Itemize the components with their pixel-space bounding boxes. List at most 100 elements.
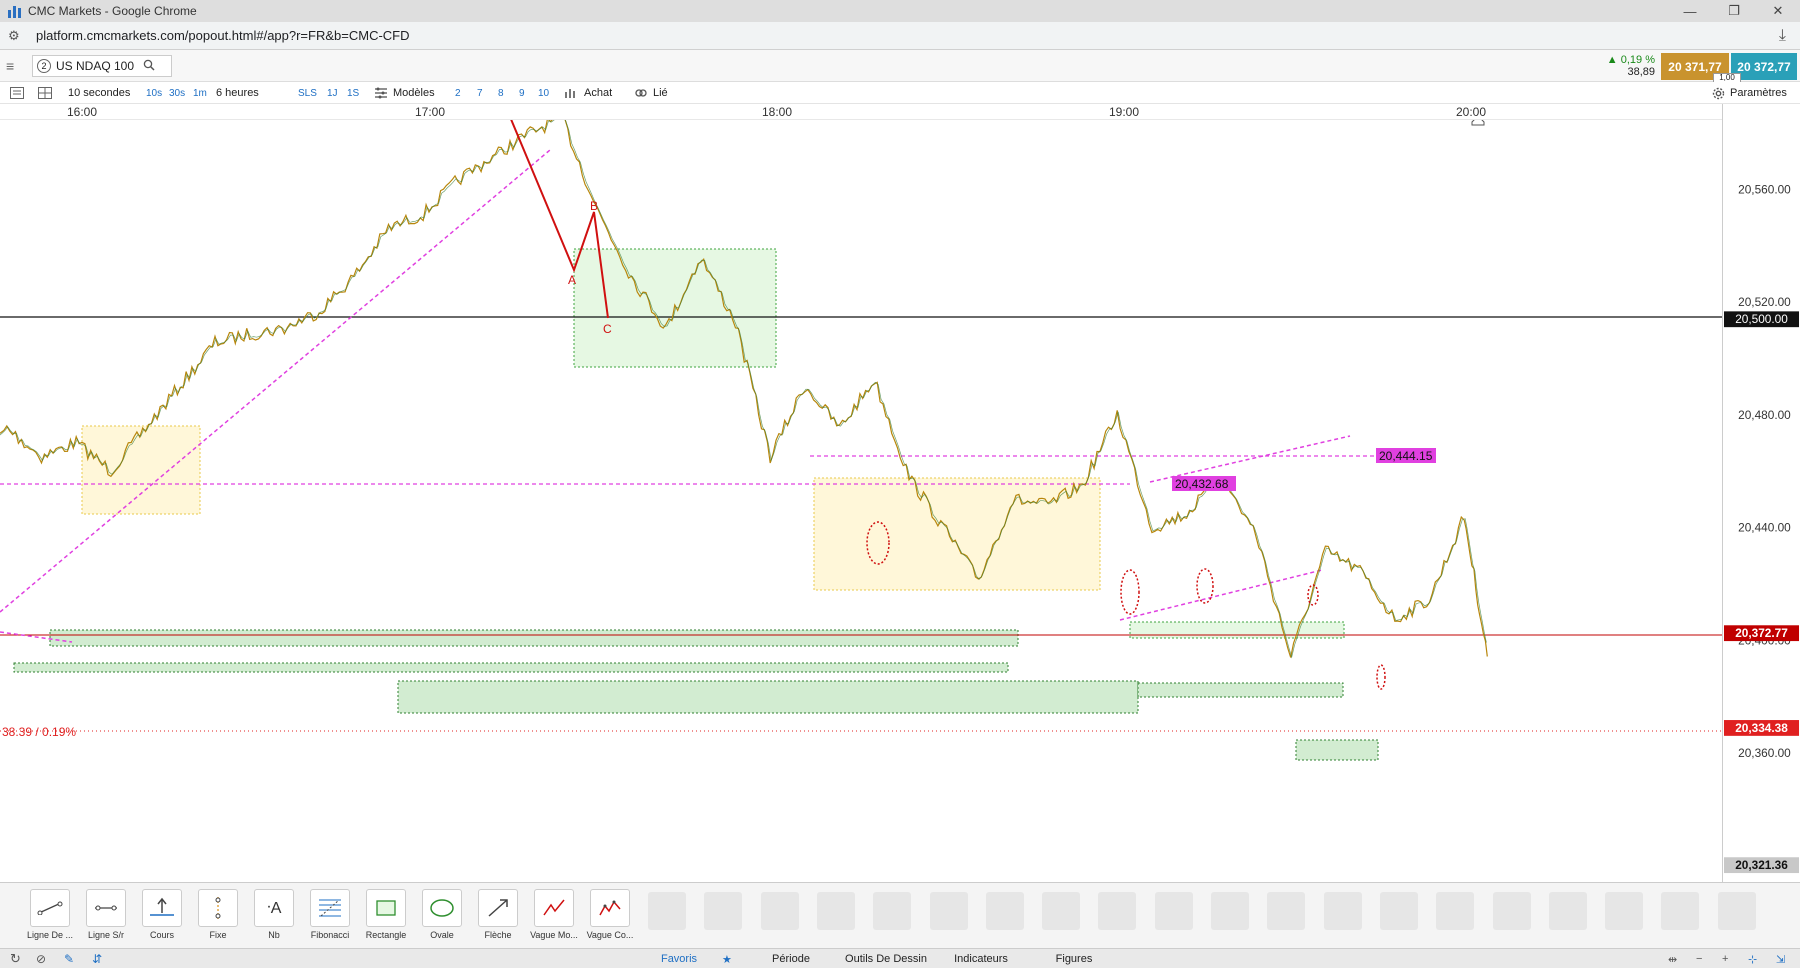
y-tick-label: 20,440.00 [1738,521,1791,535]
tool-arrow[interactable]: Flèche [470,889,526,940]
empty-tool-slot[interactable] [1717,892,1756,930]
demand-zone[interactable] [1129,621,1345,639]
menu-icon[interactable]: ≡ [6,58,24,74]
empty-tool-slot[interactable] [1323,892,1362,930]
expand-icon[interactable]: ⇲ [1776,951,1785,967]
settings-icon[interactable] [1712,85,1725,101]
download-icon[interactable]: ⤓ [1779,27,1786,45]
zoom-in-icon[interactable]: + [1722,951,1728,967]
tool-rectangle[interactable]: Rectangle [358,889,414,940]
link-button[interactable]: Lié [653,85,668,101]
empty-tool-slot[interactable] [929,892,968,930]
cancel-icon[interactable]: ⊘ [36,951,46,967]
empty-tool-slot[interactable] [1098,892,1137,930]
restore-button[interactable]: ❐ [1712,0,1756,22]
range-1j[interactable]: 1J [327,85,338,101]
tool-label: Ovale [430,930,454,940]
buy-mode-icon[interactable] [564,85,578,101]
link-icon[interactable] [634,85,648,101]
tool-label: Rectangle [365,930,407,940]
count-8[interactable]: 8 [498,85,504,101]
tool-text[interactable]: ᐧA Nb [246,889,302,940]
tool-fibonacci[interactable]: Fibonacci [302,889,358,940]
pencil-icon[interactable]: ✎ [64,951,74,967]
tab-outils-de-dessin[interactable]: Outils De Dessin [838,951,934,967]
tab-favoris[interactable]: Favoris [650,951,708,967]
demand-zone[interactable] [573,248,777,368]
chart-type-icon[interactable] [10,85,24,101]
url-field[interactable]: platform.cmcmarkets.com/popout.html#/app… [36,28,410,43]
minimize-button[interactable]: — [1668,0,1712,22]
cursor-icon[interactable]: ⇵ [92,951,102,967]
tool-ellipse[interactable]: Ovale [414,889,470,940]
empty-tool-slot[interactable] [1661,892,1700,930]
empty-tool-slot[interactable] [816,892,855,930]
tab-indicateurs[interactable]: Indicateurs [936,951,1026,967]
count-9[interactable]: 9 [519,85,525,101]
empty-tool-slot[interactable] [1548,892,1587,930]
empty-tool-slot[interactable] [1379,892,1418,930]
tool-vertical-line[interactable]: Fixe [190,889,246,940]
tool-price-line[interactable]: Cours [134,889,190,940]
change-points: 38,89 [1627,66,1655,78]
price-chart[interactable]: A B C 20,444.15 20,432.68 38.39 / 0.19% [0,120,1722,882]
empty-tool-slot[interactable] [1492,892,1531,930]
demand-zone[interactable] [1137,682,1344,698]
empty-tool-slot[interactable] [1267,892,1306,930]
count-7[interactable]: 7 [477,85,483,101]
instrument-bar: ≡ 2 US NDAQ 100 ▲ 0,19 % 38,89 20 371,77… [0,50,1800,83]
ellipse-icon [422,889,462,927]
demand-zone[interactable] [1295,739,1379,761]
tool-trend-line[interactable]: Ligne De ... [22,889,78,940]
bottom-bar: ↻ ⊘ ✎ ⇵ Favoris ★ Période Outils De Dess… [0,948,1800,968]
close-button[interactable]: ✕ [1756,0,1800,22]
tool-wave[interactable]: Vague Mo... [526,889,582,940]
empty-tool-slot[interactable] [760,892,799,930]
interval-10s[interactable]: 10s [146,85,162,101]
empty-tool-slot[interactable] [1154,892,1193,930]
change-percent: ▲ 0,19 % [1606,54,1655,66]
search-icon[interactable] [143,59,155,74]
tool-label: Cours [149,930,174,940]
empty-tool-slot[interactable] [1605,892,1644,930]
instrument-selector[interactable]: 2 US NDAQ 100 [32,55,172,77]
crosshair-icon[interactable]: ⊹ [1748,951,1757,967]
layout-grid-icon[interactable] [38,85,52,101]
empty-tool-slot[interactable] [648,892,686,930]
instrument-name: US NDAQ 100 [56,59,135,73]
settings-button[interactable]: Paramètres [1730,85,1787,101]
consolidation-zone[interactable] [81,425,201,515]
range-1s[interactable]: 1S [347,85,359,101]
refresh-icon[interactable]: ↻ [10,951,21,967]
star-icon[interactable]: ★ [722,951,732,967]
interval-select[interactable]: 10 secondes [68,85,130,101]
count-2[interactable]: 2 [455,85,461,101]
demand-zone[interactable] [397,680,1139,714]
range-select[interactable]: 6 heures [216,85,259,101]
consolidation-zone[interactable] [813,477,1101,591]
buy-mode-button[interactable]: Achat [584,85,612,101]
time-marker-icon[interactable] [1471,120,1485,126]
demand-zone[interactable] [13,662,1009,673]
models-icon[interactable] [374,85,388,101]
tab-figures[interactable]: Figures [1028,951,1120,967]
site-settings-icon[interactable]: ⚙ [8,28,30,44]
models-button[interactable]: Modèles [393,85,435,101]
tool-corrective-wave[interactable]: Vague Co... [582,889,638,940]
fit-icon[interactable]: ⇹ [1668,951,1677,967]
interval-1m[interactable]: 1m [193,85,207,101]
address-bar: ⚙ platform.cmcmarkets.com/popout.html#/a… [0,22,1800,50]
demand-zone[interactable] [49,629,1019,647]
zoom-out-icon[interactable]: − [1696,951,1702,967]
empty-tool-slot[interactable] [873,892,912,930]
empty-tool-slot[interactable] [985,892,1024,930]
empty-tool-slot[interactable] [1211,892,1249,930]
tool-support-resistance[interactable]: Ligne S/r [78,889,134,940]
tab-periode[interactable]: Période [746,951,836,967]
empty-tool-slot[interactable] [1436,892,1475,930]
count-10[interactable]: 10 [538,85,549,101]
empty-tool-slot[interactable] [704,892,743,930]
interval-30s[interactable]: 30s [169,85,185,101]
range-sls[interactable]: SLS [298,85,317,101]
empty-tool-slot[interactable] [1042,892,1081,930]
